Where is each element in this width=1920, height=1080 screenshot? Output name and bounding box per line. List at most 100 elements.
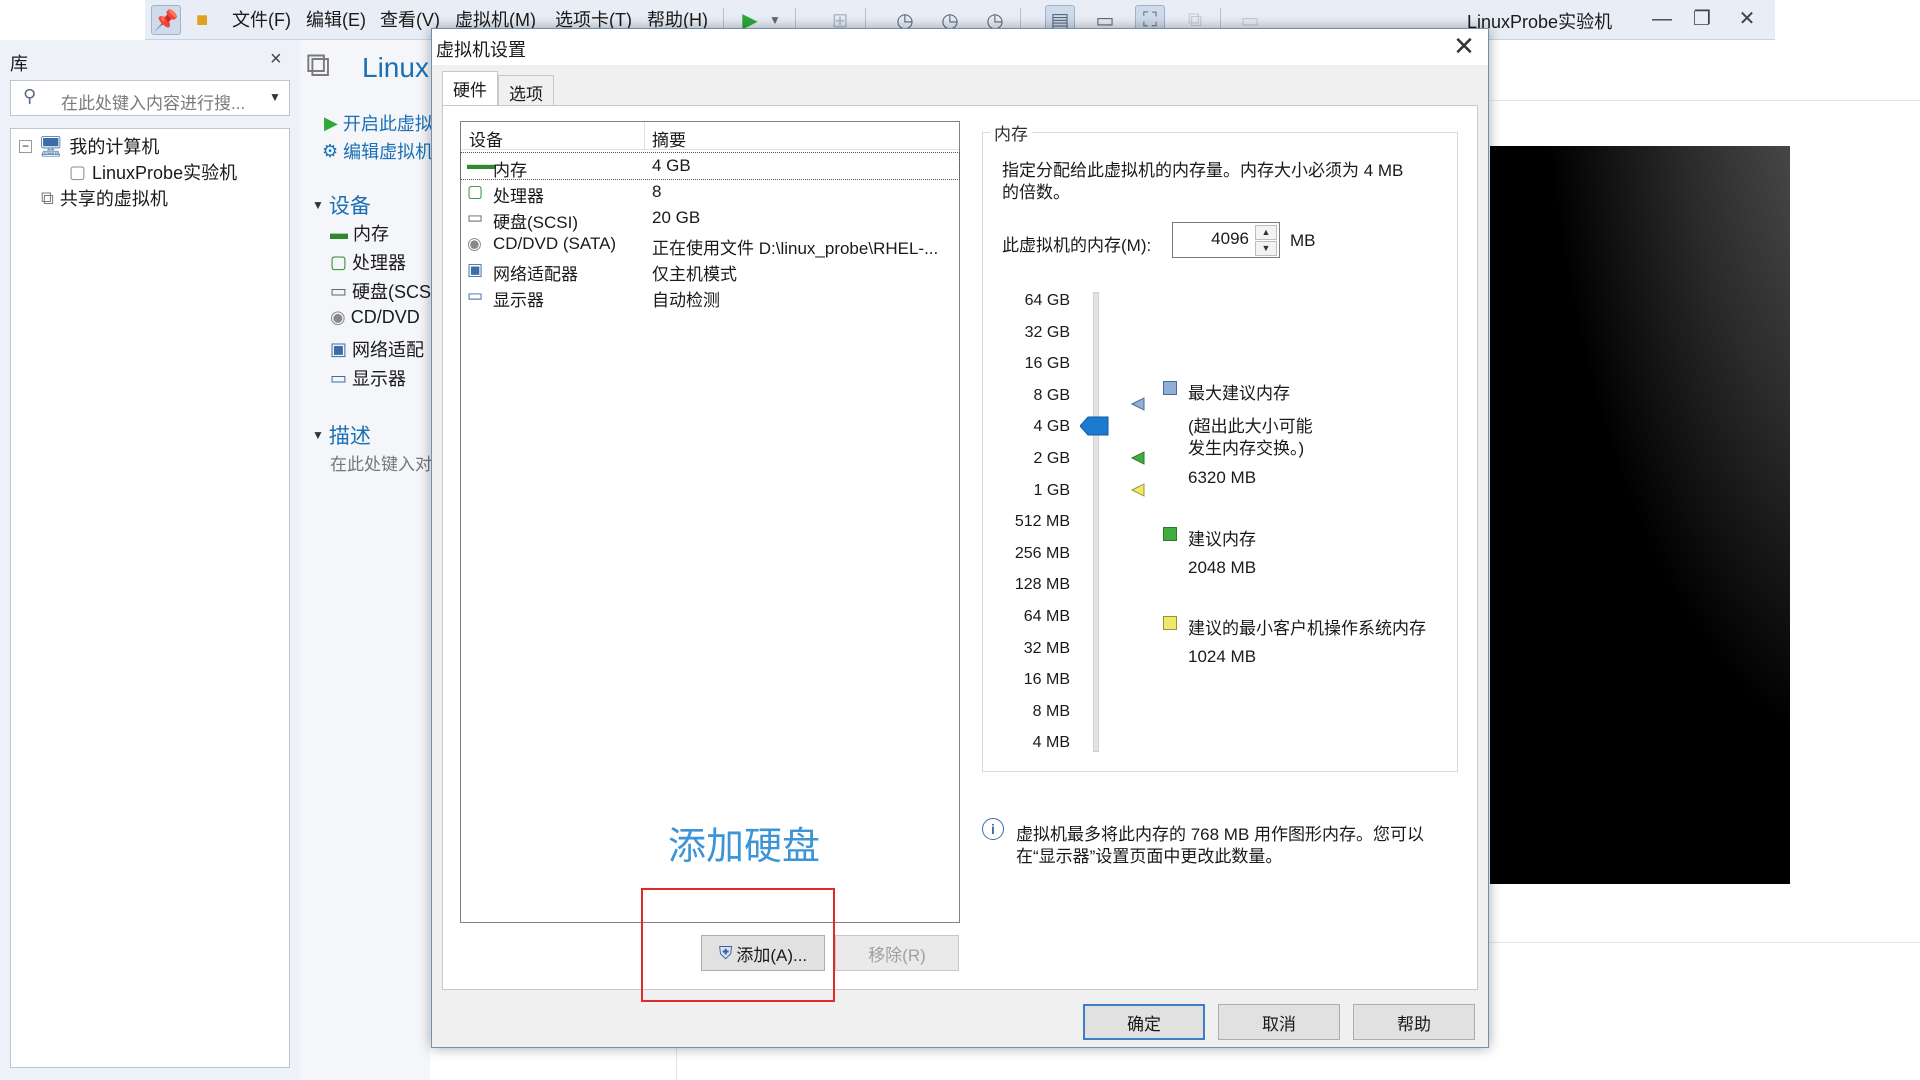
- memory-icon: ▬: [330, 222, 348, 243]
- memory-value[interactable]: 4096: [1211, 229, 1249, 249]
- tab-label: 硬件: [453, 81, 487, 100]
- power-on-link[interactable]: ▶ 开启此虚拟: [324, 110, 433, 136]
- device-label: 内存: [353, 224, 389, 244]
- description-header-label: 描述: [328, 425, 371, 448]
- device-item-memory[interactable]: ▬ 内存: [330, 220, 389, 246]
- graphics-memory-info-line2: 在“显示器”设置页面中更改此数量。: [1016, 847, 1283, 866]
- device-item-cpu[interactable]: ▢ 处理器: [330, 249, 406, 275]
- memory-scale-label: 8 GB: [1033, 386, 1070, 404]
- device-row-network[interactable]: ▣ 网络适配器 仅主机模式: [461, 257, 959, 284]
- device-label: 处理器: [352, 253, 407, 273]
- device-list-header: 设备 摘要: [461, 122, 959, 150]
- add-button[interactable]: ⛨ 添加(A)...: [701, 935, 825, 971]
- tree-item-vm[interactable]: ▢ LinuxProbe实验机: [69, 159, 237, 185]
- tree-label: LinuxProbe实验机: [92, 163, 238, 183]
- ok-button[interactable]: 确定: [1083, 1004, 1205, 1040]
- memory-slider-thumb[interactable]: [1080, 415, 1110, 437]
- spin-up-icon[interactable]: ▲: [1255, 225, 1277, 240]
- max-memory-value: 6320 MB: [1188, 468, 1257, 487]
- memory-slider-track[interactable]: [1093, 292, 1099, 752]
- column-header-summary[interactable]: 摘要: [652, 126, 686, 151]
- device-name: 内存: [493, 161, 527, 180]
- tree-item-shared[interactable]: ⧉ 共享的虚拟机: [41, 185, 168, 211]
- device-row-display[interactable]: ▭ 显示器 自动检测: [461, 283, 959, 310]
- menu-edit[interactable]: 编辑(E): [306, 6, 366, 32]
- device-summary: 20 GB: [652, 208, 701, 227]
- cancel-button[interactable]: 取消: [1218, 1004, 1340, 1040]
- memory-scale-label: 64 MB: [1023, 608, 1070, 625]
- description-section-header[interactable]: ▼ 描述: [312, 420, 371, 450]
- tab-options[interactable]: 选项: [498, 75, 554, 105]
- vm-title: Linux: [362, 52, 429, 83]
- max-memory-marker: [1130, 397, 1145, 411]
- tree-item-my-computer[interactable]: − 🖥 我的计算机: [19, 133, 159, 159]
- recommended-memory-value: 2048 MB: [1188, 558, 1257, 577]
- chevron-down-icon: ▼: [312, 428, 324, 442]
- min-memory-legend-icon: [1163, 616, 1177, 630]
- edit-vm-link[interactable]: ⚙ 编辑虚拟机: [322, 138, 433, 164]
- library-search[interactable]: ⚲ 在此处键入内容进行搜... ▼: [10, 80, 290, 116]
- max-memory-legend-icon: [1163, 381, 1177, 395]
- device-name: CD/DVD (SATA): [493, 234, 617, 253]
- device-row-cdrom[interactable]: ◉ CD/DVD (SATA) 正在使用文件 D:\linux_probe\RH…: [461, 231, 959, 258]
- memory-field-label: 此虚拟机的内存(M):: [1002, 236, 1152, 255]
- search-icon: ⚲: [23, 86, 37, 106]
- device-name: 硬盘(SCSI): [493, 213, 578, 232]
- device-label: 显示器: [352, 369, 407, 389]
- ok-label: 确定: [1127, 1014, 1161, 1034]
- device-row-harddisk[interactable]: ▭ 硬盘(SCSI) 20 GB: [461, 205, 959, 232]
- collapse-icon[interactable]: −: [19, 139, 32, 153]
- devices-section-header[interactable]: ▼ 设备: [312, 190, 371, 220]
- close-icon[interactable]: ✕: [1730, 4, 1764, 34]
- help-button[interactable]: 帮助: [1353, 1004, 1475, 1040]
- device-row-memory[interactable]: ▬▬ 内存 4 GB: [460, 152, 960, 180]
- tab-label: 选项: [509, 85, 543, 104]
- memory-scale-label: 4 GB: [1033, 418, 1070, 436]
- vm-large-icon: ⧉: [306, 46, 331, 84]
- max-memory-note-line2: 发生内存交换。): [1188, 439, 1305, 458]
- devices-header-label: 设备: [328, 195, 371, 218]
- spin-down-icon[interactable]: ▼: [1255, 241, 1277, 256]
- device-row-cpu[interactable]: ▢ 处理器 8: [461, 179, 959, 206]
- menu-file[interactable]: 文件(F): [232, 6, 291, 32]
- restore-icon[interactable]: ❐: [1685, 4, 1719, 34]
- description-hint: 在此处键入对: [330, 455, 432, 474]
- device-summary: 仅主机模式: [652, 265, 737, 284]
- pin-icon[interactable]: 📌: [151, 5, 181, 35]
- power-on-label: 开启此虚拟: [342, 114, 433, 134]
- recommended-memory-label: 建议内存: [1188, 530, 1256, 549]
- divider: [1490, 100, 1920, 101]
- memory-scale-label: 1 GB: [1033, 481, 1070, 499]
- device-summary: 4 GB: [652, 156, 691, 175]
- library-title: 库: [10, 54, 28, 74]
- recommended-memory-marker: [1130, 451, 1145, 465]
- minimize-icon[interactable]: —: [1645, 4, 1679, 34]
- device-list: 设备 摘要 ▬▬ 内存 4 GB ▢ 处理器 8 ▭ 硬盘(SCSI) 20 G…: [460, 121, 960, 923]
- cancel-label: 取消: [1262, 1014, 1296, 1034]
- memory-scale-label: 2 GB: [1033, 450, 1070, 467]
- device-item-display[interactable]: ▭ 显示器: [330, 365, 406, 391]
- device-item-network[interactable]: ▣ 网络适配: [330, 336, 424, 362]
- memory-scale-label: 256 MB: [1014, 544, 1070, 562]
- remove-button[interactable]: 移除(R): [835, 935, 959, 971]
- min-memory-marker: [1130, 483, 1145, 497]
- device-item-disk[interactable]: ▭ 硬盘(SCS: [330, 278, 431, 304]
- network-icon: ▣: [330, 338, 348, 359]
- memory-spinbox[interactable]: 4096 ▲ ▼: [1172, 222, 1280, 258]
- network-icon: ▣: [467, 260, 484, 279]
- remove-button-label: 移除(R): [868, 945, 926, 965]
- chevron-down-icon[interactable]: ▼: [269, 90, 281, 104]
- memory-unit: MB: [1290, 231, 1316, 250]
- memory-description-line2: 的倍数。: [1002, 183, 1070, 202]
- tab-hardware[interactable]: 硬件: [442, 71, 498, 107]
- monitor-icon: ▭: [330, 367, 348, 388]
- device-item-cdrom[interactable]: ◉ CD/DVD: [330, 307, 420, 328]
- vm-library-icon[interactable]: ■: [187, 5, 217, 35]
- vm-screen-preview[interactable]: [1490, 146, 1790, 884]
- dialog-title: 虚拟机设置: [436, 40, 526, 60]
- tree-label: 我的计算机: [69, 137, 160, 157]
- column-header-device[interactable]: 设备: [469, 126, 503, 151]
- memory-scale-label: 128 MB: [1014, 576, 1070, 594]
- library-close-icon[interactable]: ×: [270, 48, 282, 71]
- close-icon[interactable]: ✕: [1448, 31, 1480, 63]
